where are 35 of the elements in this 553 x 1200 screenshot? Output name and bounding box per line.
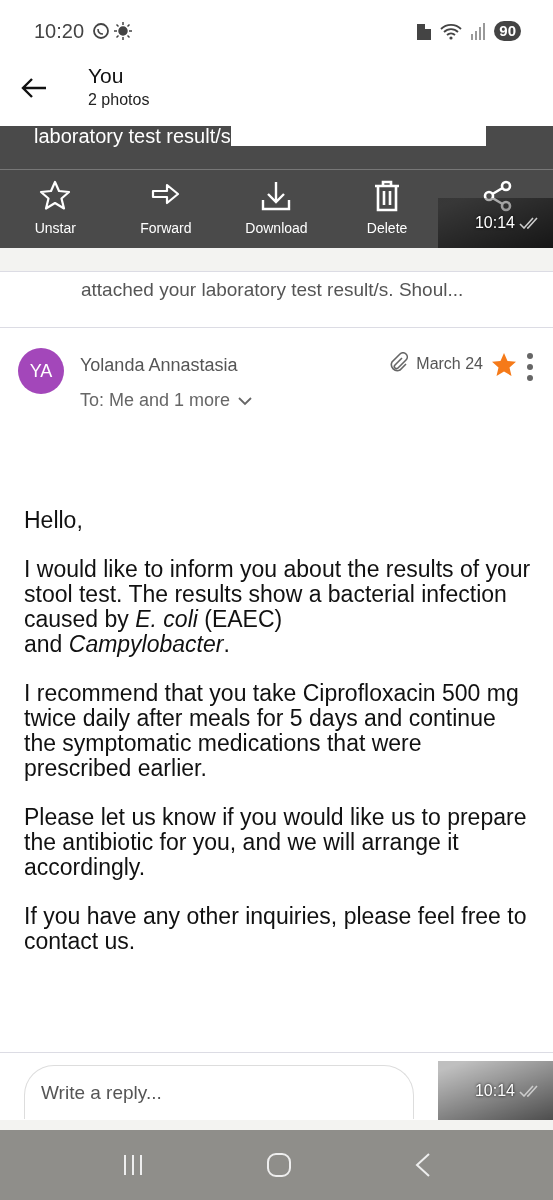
photo-count: 2 photos xyxy=(88,89,150,110)
forward-button[interactable]: Forward xyxy=(110,180,222,248)
back-icon[interactable] xyxy=(20,76,48,100)
body-paragraph: I would like to inform you about the results of your stool test. The results show a bacterial infection caused by E. coli (EAEC) and Campylobacter. xyxy=(24,557,532,657)
star-icon xyxy=(39,180,72,212)
sender-name: Yolanda Annastasia xyxy=(80,354,239,377)
body-paragraph: Hello, xyxy=(24,508,84,533)
download-icon xyxy=(260,180,293,212)
avatar: YA xyxy=(18,348,64,394)
share-icon xyxy=(481,180,514,212)
star-icon[interactable] xyxy=(491,352,517,378)
image-caption: laboratory test result/s xyxy=(34,126,231,149)
more-icon[interactable] xyxy=(525,352,535,382)
recipients[interactable]: To: Me and 1 more xyxy=(80,387,231,414)
clock: 10:20 xyxy=(34,19,85,44)
message-date: March 24 xyxy=(416,354,483,374)
message-preview[interactable]: attached your laboratory test result/s. Shoul... xyxy=(0,272,553,328)
body-paragraph: I recommend that you take Ciprofloxacin 500 mg twice daily after meals for 5 days and continue the symptomatic medications that were prescribed earlier. xyxy=(24,681,520,781)
body-paragraph: If you have any other inquiries, please feel free to contact us. xyxy=(24,904,528,954)
signal-icon xyxy=(470,22,487,40)
home-icon[interactable] xyxy=(266,1152,293,1178)
timestamp: 10:14 xyxy=(474,213,515,233)
delete-button[interactable]: Delete xyxy=(331,180,443,248)
download-button[interactable]: Download xyxy=(221,180,332,248)
reply-field[interactable]: Write a reply... xyxy=(24,1065,414,1119)
wifi-icon xyxy=(440,22,463,40)
sun-icon xyxy=(114,22,133,40)
body-paragraph: Please let us know if you would like us to prepare the antibiotic for you, and we will arrange it accordingly. xyxy=(24,805,528,880)
star-button[interactable]: Unstar xyxy=(0,180,111,248)
chevron-icon[interactable] xyxy=(238,395,253,406)
building-icon xyxy=(416,22,433,40)
timestamp: 10:14 xyxy=(474,1081,515,1101)
chat-icon xyxy=(92,22,111,40)
chat-title: You xyxy=(88,64,125,88)
battery-level: 90 xyxy=(494,21,521,41)
